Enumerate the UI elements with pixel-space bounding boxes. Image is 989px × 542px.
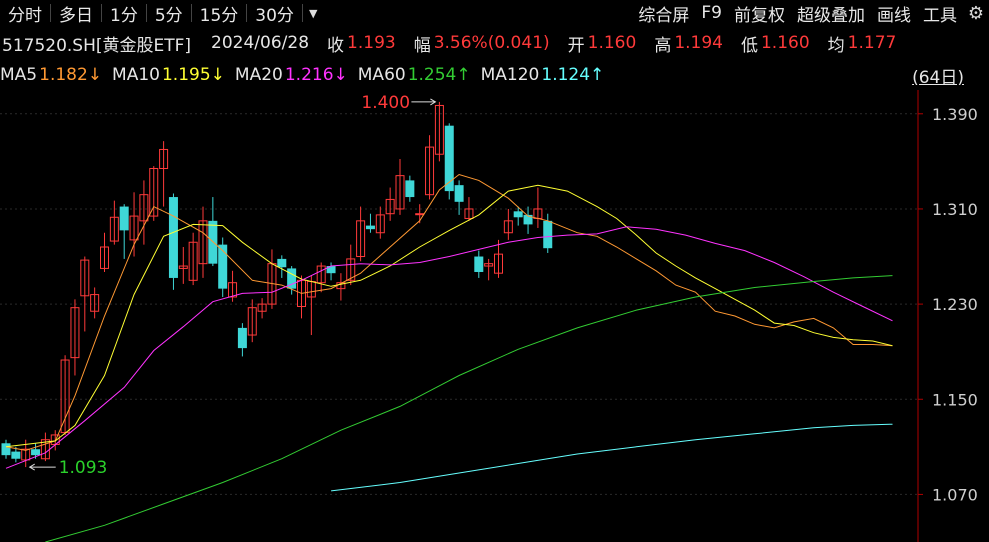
y-tick-label: 1.390 [932, 105, 978, 124]
tab-1min[interactable]: 1分 [102, 1, 146, 26]
y-tick-label: 1.070 [932, 485, 978, 504]
high-label: 高 [654, 35, 672, 56]
candle-body [513, 211, 523, 218]
gear-icon[interactable]: ⚙ [963, 3, 989, 24]
candlestick-chart[interactable]: 1.390 1.310 1.230 1.150 1.070 1.400 1.093 [0, 90, 989, 542]
y-tick-label: 1.230 [932, 295, 978, 314]
ma20-value: 1.216↓ [284, 65, 348, 85]
quote-date: 2024/06/28 [211, 33, 310, 53]
candle-body [543, 220, 553, 249]
candle-body [237, 327, 247, 349]
ma10-label: MA10 [112, 65, 160, 85]
ma20-label: MA20 [234, 65, 283, 85]
y-tick-label: 1.310 [932, 200, 978, 219]
composite-screen-button[interactable]: 综合屏 [632, 1, 695, 26]
ma-line-ma10 [5, 184, 893, 448]
candle-body [365, 225, 375, 230]
y-tick-label: 1.150 [932, 390, 978, 409]
ma-line-ma120 [331, 423, 893, 492]
tab-30min[interactable]: 30分 [247, 1, 302, 26]
ma-line-ma5 [5, 173, 893, 451]
tools-button[interactable]: 工具 [917, 1, 963, 26]
avg-label: 均 [827, 35, 845, 56]
tab-5min[interactable]: 5分 [147, 1, 191, 26]
tab-multi-day[interactable]: 多日 [51, 1, 101, 26]
tab-15min[interactable]: 15分 [192, 1, 247, 26]
ma120-label: MA120 [480, 65, 540, 85]
quote-info-row: 517520.SH[黄金股ETF] 2024/06/28 收 1.193 幅 3… [2, 31, 899, 56]
super-overlay-button[interactable]: 超级叠加 [791, 1, 871, 26]
high-value: 1.194 [674, 33, 723, 53]
close-value: 1.193 [347, 33, 396, 53]
low-label: 低 [740, 35, 758, 56]
close-label: 收 [327, 35, 345, 56]
ma5-label: MA5 [0, 65, 38, 85]
change-value: 3.56%(0.041) [433, 33, 550, 53]
ma-legend-row: MA5 1.182↓ MA10 1.195↓ MA20 1.216↓ MA60 … [0, 63, 606, 87]
high-price-label: 1.400 [361, 93, 410, 113]
open-value: 1.160 [587, 33, 637, 53]
range-selector[interactable]: (64日) [912, 63, 964, 88]
f9-button[interactable]: F9 [695, 3, 728, 23]
ma-line-ma60 [45, 275, 893, 542]
candle-body [454, 185, 464, 202]
ma60-label: MA60 [357, 65, 406, 85]
candle-body [444, 125, 454, 192]
low-price-label: 1.093 [59, 458, 108, 478]
avg-value: 1.177 [847, 33, 897, 53]
candle-body [277, 258, 287, 268]
change-label: 幅 [413, 35, 431, 56]
low-value: 1.160 [760, 33, 810, 53]
period-toolbar: 分时 多日 1分 5分 15分 30分 ▼ 综合屏 F9 前复权 超级叠加 画线… [0, 0, 989, 26]
candle-body [1, 443, 11, 456]
candle-body [168, 197, 178, 278]
ma-line-ma20 [5, 226, 893, 469]
candle-body [11, 451, 21, 459]
candle-body [405, 180, 415, 198]
ma10-value: 1.195↓ [161, 65, 225, 85]
forward-adjust-button[interactable]: 前复权 [728, 1, 791, 26]
candle-body [31, 449, 41, 456]
toolbar-right: 综合屏 F9 前复权 超级叠加 画线 工具 ⚙ [632, 0, 989, 26]
ma60-value: 1.254↑ [407, 65, 471, 85]
candle-body [474, 256, 484, 272]
security-code: 517520.SH[黄金股ETF] [2, 35, 192, 56]
open-label: 开 [567, 35, 585, 56]
caret-down-icon[interactable]: ▼ [303, 7, 323, 20]
ma120-value: 1.124↑ [541, 65, 605, 85]
draw-line-button[interactable]: 画线 [871, 1, 917, 26]
candle-body [415, 213, 425, 216]
tab-timeshare[interactable]: 分时 [0, 1, 50, 26]
candle-body [119, 206, 129, 231]
ma5-value: 1.182↓ [39, 65, 103, 85]
